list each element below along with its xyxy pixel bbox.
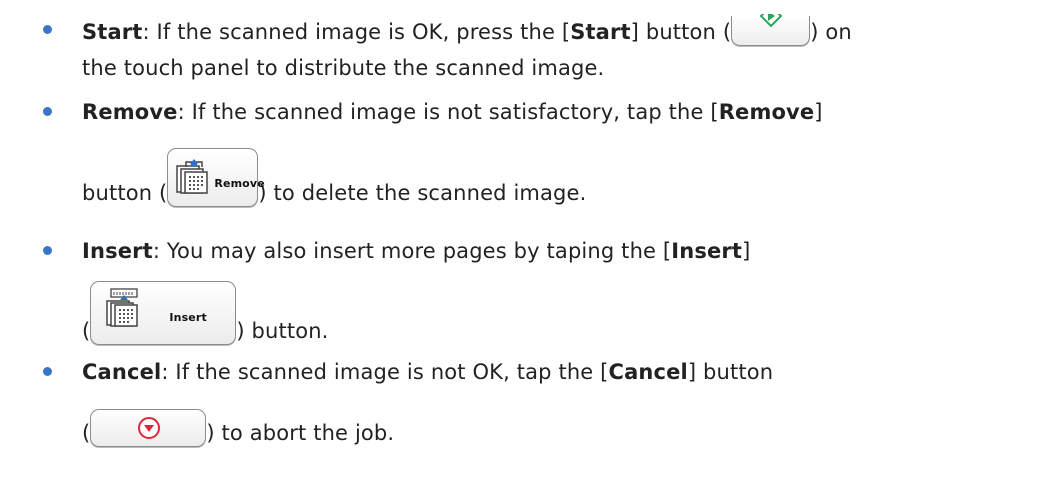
bullet: [43, 107, 52, 116]
remove-line-2: button ( Remove ) to delete the scanned …: [82, 148, 586, 207]
insert-term: Insert: [82, 239, 153, 263]
insert-button-caption: Insert: [169, 311, 207, 324]
cancel-button-image: [90, 409, 207, 447]
cancel-term: Cancel: [82, 360, 162, 384]
remove-pages-icon: [176, 159, 209, 194]
cancel-line-2: ( ) to abort the job.: [82, 409, 394, 447]
list-item-cancel: Cancel: If the scanned image is not OK, …: [0, 345, 1045, 478]
start-line-1: Start: If the scanned image is OK, press…: [82, 14, 852, 46]
bullet: [43, 25, 52, 34]
start-button-image: [731, 14, 811, 46]
cancel-line-1: Cancel: If the scanned image is not OK, …: [82, 360, 774, 384]
start-term: Start: [82, 20, 143, 44]
start-diamond-icon: [760, 14, 783, 28]
list-item-insert: Insert: You may also insert more pages b…: [0, 215, 1045, 345]
remove-button-image: Remove: [167, 148, 265, 207]
remove-line-1: Remove: If the scanned image is not sati…: [82, 100, 823, 124]
start-line-2: the touch panel to distribute the scanne…: [82, 56, 605, 80]
insert-button-image: Insert: [90, 281, 237, 345]
list-item-start: Start: If the scanned image is OK, press…: [0, 0, 1045, 90]
insert-pages-icon: [106, 288, 139, 327]
insert-line-2: ( Insert ) button.: [82, 281, 329, 345]
remove-term: Remove: [82, 100, 178, 124]
remove-button-caption: Remove: [214, 177, 265, 190]
bullet: [43, 246, 52, 255]
cancel-circle-icon: [138, 417, 161, 439]
bullet: [43, 367, 52, 376]
insert-line-1: Insert: You may also insert more pages b…: [82, 239, 751, 263]
list-item-remove: Remove: If the scanned image is not sati…: [0, 90, 1045, 215]
